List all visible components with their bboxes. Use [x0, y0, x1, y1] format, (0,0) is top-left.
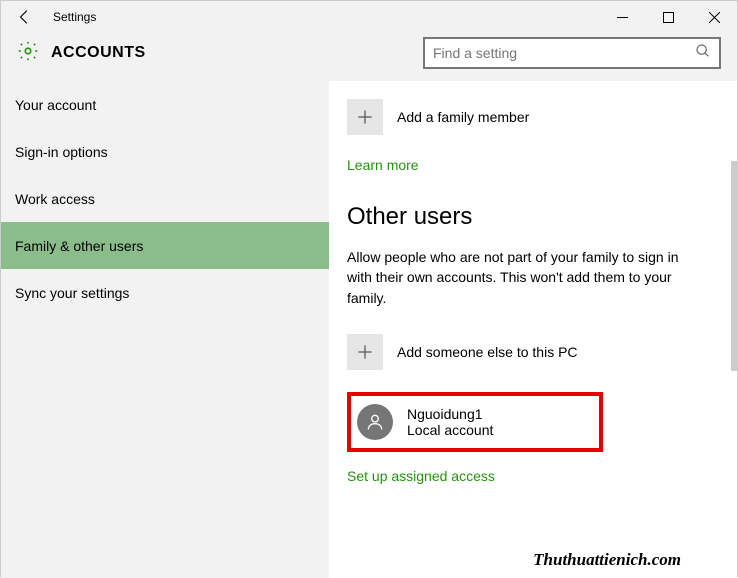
- add-family-member-button[interactable]: Add a family member: [347, 99, 709, 135]
- search-box[interactable]: [423, 37, 721, 69]
- sidebar-item-label: Sync your settings: [15, 285, 129, 301]
- maximize-button[interactable]: [645, 1, 691, 33]
- content-pane: Add a family member Learn more Other use…: [329, 81, 737, 578]
- search-input[interactable]: [433, 45, 695, 61]
- user-account-row[interactable]: Nguoidung1 Local account: [351, 396, 599, 448]
- plus-icon: [347, 334, 383, 370]
- close-button[interactable]: [691, 1, 737, 33]
- sidebar-item-label: Family & other users: [15, 238, 143, 254]
- page-title: ACCOUNTS: [51, 44, 423, 62]
- back-button[interactable]: [1, 1, 49, 33]
- other-users-description: Allow people who are not part of your fa…: [347, 247, 699, 308]
- sidebar-item-signin-options[interactable]: Sign-in options: [1, 128, 329, 175]
- sidebar: Your account Sign-in options Work access…: [1, 81, 329, 578]
- add-someone-label: Add someone else to this PC: [397, 344, 578, 360]
- watermark: Thuthuattienich.com: [533, 550, 681, 570]
- plus-icon: [347, 99, 383, 135]
- add-family-label: Add a family member: [397, 109, 529, 125]
- user-avatar-icon: [357, 404, 393, 440]
- sidebar-item-label: Your account: [15, 97, 96, 113]
- user-type: Local account: [407, 422, 493, 438]
- sidebar-item-your-account[interactable]: Your account: [1, 81, 329, 128]
- sidebar-item-label: Work access: [15, 191, 95, 207]
- assigned-access-link[interactable]: Set up assigned access: [347, 468, 495, 484]
- sidebar-item-sync-settings[interactable]: Sync your settings: [1, 269, 329, 316]
- window-title: Settings: [49, 10, 599, 24]
- sidebar-item-family-other-users[interactable]: Family & other users: [1, 222, 329, 269]
- sidebar-item-label: Sign-in options: [15, 144, 108, 160]
- add-someone-else-button[interactable]: Add someone else to this PC: [347, 334, 709, 370]
- scrollbar[interactable]: [731, 161, 737, 371]
- other-users-heading: Other users: [347, 203, 709, 231]
- learn-more-link[interactable]: Learn more: [347, 157, 419, 173]
- settings-gear-icon: [17, 40, 39, 67]
- minimize-button[interactable]: [599, 1, 645, 33]
- search-icon: [695, 43, 711, 64]
- sidebar-item-work-access[interactable]: Work access: [1, 175, 329, 222]
- user-name: Nguoidung1: [407, 406, 493, 422]
- highlight-annotation: Nguoidung1 Local account: [347, 392, 603, 452]
